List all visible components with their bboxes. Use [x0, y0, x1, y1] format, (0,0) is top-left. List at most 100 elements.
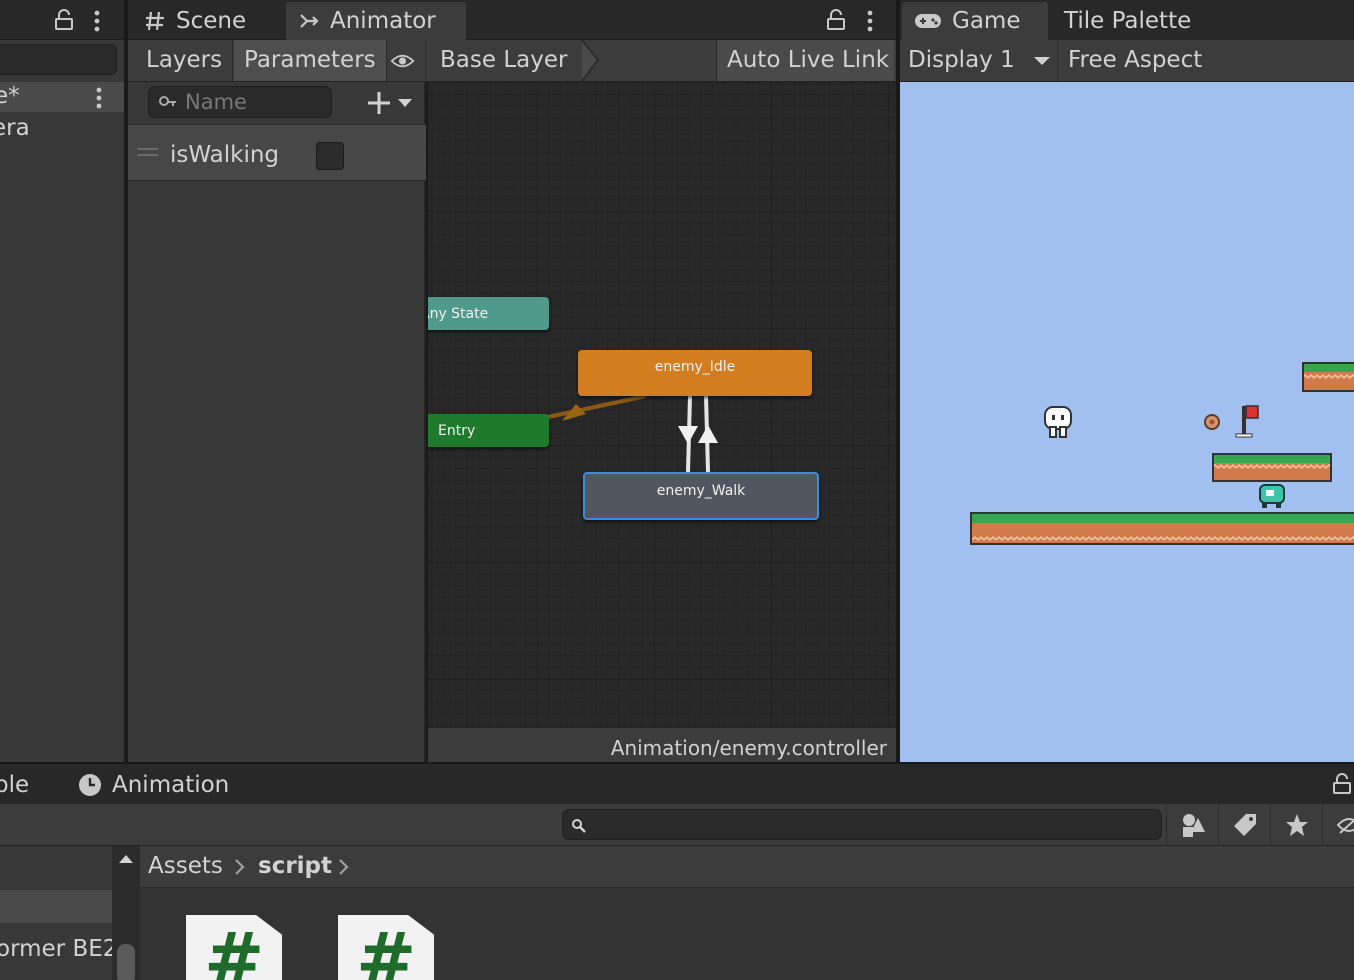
- tab-animation-label: Animation: [112, 771, 230, 798]
- search-icon: [159, 96, 176, 106]
- project-lock-icon[interactable]: [1332, 773, 1352, 795]
- game-scene: [970, 362, 1354, 545]
- animator-icon: [300, 14, 319, 28]
- tree-scrollbar[interactable]: [112, 846, 140, 980]
- tab-scene[interactable]: Scene: [132, 2, 258, 40]
- platform-ground: [970, 512, 1354, 545]
- tab-layers[interactable]: Layers: [136, 40, 234, 81]
- enemy-idle-node[interactable]: enemy_Idle: [578, 350, 812, 396]
- chevron-down-icon: [398, 99, 412, 107]
- display-dropdown[interactable]: Display 1: [900, 40, 1058, 81]
- breadcrumb-arrow-icon: [581, 40, 600, 81]
- auto-live-link-button[interactable]: Auto Live Link: [716, 40, 894, 81]
- player-sprite: [1044, 406, 1072, 438]
- breadcrumb-assets[interactable]: Assets: [148, 855, 223, 878]
- game-viewport[interactable]: [900, 82, 1354, 762]
- scene-grid-icon: [146, 11, 164, 31]
- project-tabbar: ble Animation: [0, 764, 1354, 804]
- breadcrumb-script[interactable]: script: [258, 855, 332, 878]
- hierarchy-scene-row[interactable]: e*: [0, 82, 124, 112]
- chevron-right-icon: [339, 859, 349, 875]
- lock-icon[interactable]: [54, 9, 74, 31]
- filter-by-label-button[interactable]: [1218, 804, 1270, 846]
- any-state-label: Any State: [428, 305, 489, 322]
- platform-top-right: [1302, 362, 1354, 392]
- hierarchy-item-camera[interactable]: era: [0, 117, 30, 140]
- display-value: Display 1: [908, 47, 1015, 73]
- project-folder-tree: ormer BE2: [0, 846, 117, 980]
- game-window: Game Tile Palette Display 1 Free Aspect: [900, 0, 1354, 762]
- entry-label: Entry: [438, 422, 476, 439]
- tab-console[interactable]: ble: [0, 774, 29, 797]
- scroll-thumb[interactable]: [117, 944, 135, 980]
- hidden-packages-button[interactable]: [1322, 804, 1354, 846]
- csharp-glyph: #: [356, 917, 417, 980]
- parameter-row[interactable]: isWalking: [128, 124, 426, 181]
- display-chevron-down-icon: [1034, 57, 1050, 65]
- script-file-icon[interactable]: #: [338, 915, 434, 980]
- animator-footer: Animation/enemy.controller: [428, 727, 896, 762]
- hierarchy-search-input[interactable]: [0, 44, 117, 75]
- project-search-icon: [572, 819, 586, 833]
- platform-middle: [1212, 453, 1332, 482]
- enemy-sprite: [1259, 484, 1285, 508]
- down-arrow-icon: [678, 426, 698, 444]
- animator-window: Scene Animator Layers Parameters Base La…: [128, 0, 896, 762]
- filter-by-type-button[interactable]: [1166, 804, 1218, 846]
- auto-live-link-label: Auto Live Link: [727, 47, 890, 73]
- state-machine-graph[interactable]: Any State Entry enemy_Idle enemy_Walk: [428, 82, 896, 727]
- animator-tabbar: Scene Animator: [128, 0, 896, 40]
- enemy-walk-label: enemy_Walk: [656, 483, 746, 499]
- favorites-button[interactable]: [1270, 804, 1322, 846]
- visibility-toggle[interactable]: [380, 40, 426, 81]
- game-tabbar: Game Tile Palette: [900, 0, 1354, 40]
- tab-scene-label: Scene: [176, 7, 247, 34]
- search-placeholder: Name: [185, 90, 247, 114]
- tree-item-platformer[interactable]: ormer BE2: [0, 938, 117, 961]
- tab-game[interactable]: Game: [902, 2, 1048, 40]
- clock-icon: [79, 774, 101, 796]
- animator-more-icon[interactable]: [866, 10, 874, 32]
- script-file-icon[interactable]: #: [186, 915, 282, 980]
- parameter-bool-checkbox[interactable]: [316, 142, 344, 170]
- tab-layers-label: Layers: [146, 47, 223, 73]
- project-search-bar: [0, 804, 1354, 846]
- entry-transition[interactable]: [547, 394, 647, 419]
- controller-path: Animation/enemy.controller: [610, 736, 887, 760]
- tab-animator[interactable]: Animator: [286, 2, 466, 40]
- entry-node[interactable]: Entry: [428, 414, 549, 447]
- parameter-name[interactable]: isWalking: [170, 144, 279, 167]
- enemy-walk-node[interactable]: enemy_Walk: [583, 472, 819, 520]
- scene-more-icon[interactable]: [95, 87, 103, 109]
- transitions-layer: [547, 394, 718, 473]
- tab-parameters-label: Parameters: [244, 47, 376, 73]
- enemy-idle-label: enemy_Idle: [654, 359, 736, 375]
- parameter-search-input[interactable]: Name: [148, 86, 332, 118]
- animator-toolbar: Layers Parameters Base Layer Auto Live L…: [128, 40, 896, 82]
- breadcrumb-base-layer: Base Layer: [440, 47, 568, 73]
- project-breadcrumb: Assets script: [140, 846, 1354, 888]
- eye-icon: [390, 54, 415, 67]
- tab-game-label: Game: [952, 7, 1021, 34]
- project-file-grid: # #: [140, 888, 1354, 980]
- tree-item-selected[interactable]: [0, 890, 112, 923]
- hierarchy-panel: e* era: [0, 0, 124, 762]
- scroll-up-icon[interactable]: [119, 854, 133, 864]
- project-search-input[interactable]: [562, 809, 1162, 840]
- aspect-dropdown[interactable]: Free Aspect: [1058, 40, 1354, 81]
- gamepad-icon: [915, 14, 941, 28]
- animator-lock-icon[interactable]: [826, 9, 846, 31]
- any-state-node[interactable]: Any State: [428, 297, 549, 330]
- csharp-glyph: #: [204, 917, 265, 980]
- parameters-panel: Name isWalking: [128, 82, 426, 762]
- drag-handle-icon[interactable]: [138, 148, 158, 156]
- add-parameter-button[interactable]: [366, 88, 420, 118]
- more-menu-icon[interactable]: [93, 10, 101, 32]
- tab-parameters[interactable]: Parameters: [234, 40, 387, 81]
- scene-name: e*: [0, 83, 20, 109]
- tab-tile-palette[interactable]: Tile Palette: [1052, 2, 1203, 40]
- breadcrumb[interactable]: Base Layer: [428, 40, 600, 81]
- tab-animation[interactable]: Animation: [66, 766, 241, 804]
- eye-slash-icon: [1336, 818, 1354, 834]
- game-toolbar: Display 1 Free Aspect: [900, 40, 1354, 82]
